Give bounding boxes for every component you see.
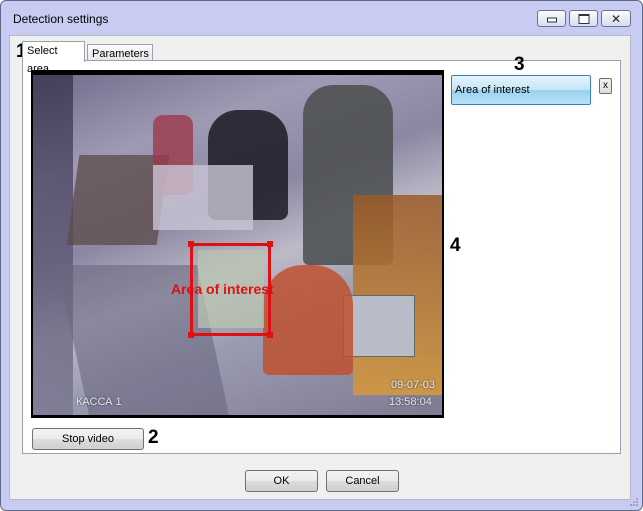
resize-handle-bottom-left[interactable] [188, 332, 194, 338]
stop-video-button[interactable]: Stop video [32, 428, 144, 450]
window-title: Detection settings [13, 12, 109, 26]
area-list-item-selected[interactable]: Area of interest [451, 75, 591, 105]
scene-cash-register [343, 295, 415, 357]
camera-frame: Area of interest КАССА 1 09-07-03 13:58:… [33, 75, 442, 415]
minimize-icon [546, 17, 557, 23]
maximize-button[interactable] [569, 10, 598, 27]
cancel-button[interactable]: Cancel [326, 470, 399, 492]
resize-handle-top-left[interactable] [188, 241, 194, 247]
close-icon: ✕ [610, 11, 622, 26]
remove-area-button[interactable]: x [599, 78, 612, 94]
video-time: 13:58:04 [389, 396, 432, 408]
callout-4: 4 [450, 235, 461, 256]
video-date: 09-07-03 [391, 379, 436, 391]
callout-2: 2 [148, 427, 159, 448]
area-of-interest-label: Area of interest [171, 281, 274, 297]
ok-button[interactable]: OK [245, 470, 318, 492]
camera-label: КАССА 1 [76, 396, 122, 408]
detection-settings-window: Detection settings ✕ Select area Paramet… [0, 0, 643, 511]
resize-grip-icon[interactable] [628, 496, 638, 506]
resize-handle-top-right[interactable] [267, 241, 273, 247]
minimize-button[interactable] [537, 10, 566, 27]
video-view[interactable]: Area of interest КАССА 1 09-07-03 13:58:… [31, 70, 444, 418]
scene-left-wall [33, 75, 73, 415]
maximize-icon [578, 13, 589, 24]
resize-handle-bottom-right[interactable] [267, 332, 273, 338]
scene-cashier [263, 265, 353, 375]
close-button[interactable]: ✕ [601, 10, 631, 27]
tab-parameters-label: Parameters [92, 48, 149, 60]
title-bar[interactable]: Detection settings ✕ [1, 1, 642, 35]
callout-3: 3 [514, 54, 525, 75]
tab-select-area[interactable]: Select area [22, 41, 85, 75]
scene-shelf [153, 165, 253, 230]
